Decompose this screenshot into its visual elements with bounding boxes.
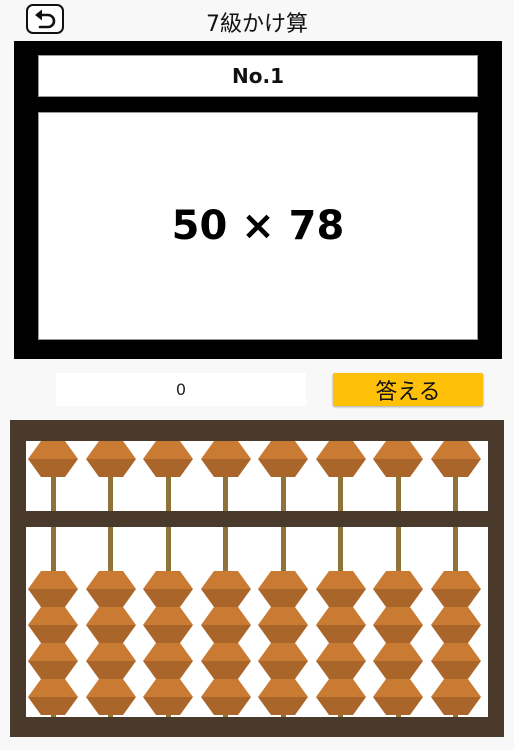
abacus-lower-bead[interactable] [28, 571, 78, 607]
abacus-lower-bead[interactable] [430, 679, 481, 715]
page-title: 7級かけ算 [206, 12, 308, 37]
abacus-upper-bead[interactable] [200, 441, 251, 477]
abacus-lower-bead[interactable] [430, 643, 481, 679]
abacus-lower-bead[interactable] [258, 643, 308, 679]
abacus-lower-bead[interactable] [28, 643, 78, 679]
abacus-lower-bead[interactable] [315, 679, 366, 715]
abacus-lower-bead[interactable] [258, 679, 308, 715]
abacus-lower-bead[interactable] [85, 607, 136, 643]
abacus-upper-bead[interactable] [85, 441, 136, 477]
abacus-lower-bead[interactable] [200, 679, 251, 715]
abacus-lower-bead[interactable] [85, 571, 136, 607]
abacus-upper-bead[interactable] [430, 441, 481, 477]
abacus-lower-bead[interactable] [143, 607, 193, 643]
abacus-lower-bead[interactable] [258, 571, 308, 607]
abacus-upper-bead[interactable] [258, 441, 308, 477]
abacus-lower-bead[interactable] [430, 607, 481, 643]
abacus-lower-bead[interactable] [315, 607, 366, 643]
submit-answer-button[interactable]: 答える [333, 373, 483, 406]
abacus-upper-bead[interactable] [373, 441, 423, 477]
abacus-lower-bead[interactable] [373, 607, 423, 643]
abacus-lower-bead[interactable] [373, 571, 423, 607]
abacus-upper-bead[interactable] [28, 441, 78, 477]
abacus-lower-bead[interactable] [373, 643, 423, 679]
abacus-lower-bead[interactable] [258, 607, 308, 643]
abacus-lower-bead[interactable] [200, 571, 251, 607]
problem-board: No.1 50 × 78 [14, 41, 502, 359]
abacus-upper-bead[interactable] [143, 441, 193, 477]
abacus [10, 420, 504, 737]
abacus-lower-bead[interactable] [373, 679, 423, 715]
abacus-lower-bead[interactable] [143, 679, 193, 715]
abacus-lower-bead[interactable] [85, 679, 136, 715]
abacus-lower-bead[interactable] [315, 571, 366, 607]
abacus-lower-bead[interactable] [143, 571, 193, 607]
abacus-lower-bead[interactable] [28, 607, 78, 643]
answer-input[interactable] [56, 373, 306, 406]
problem-expression: 50 × 78 [38, 112, 478, 340]
abacus-lower-bead[interactable] [143, 643, 193, 679]
abacus-lower-deck [26, 527, 488, 717]
abacus-upper-bead[interactable] [315, 441, 366, 477]
abacus-lower-bead[interactable] [28, 679, 78, 715]
problem-number: No.1 [38, 55, 478, 97]
abacus-lower-bead[interactable] [430, 571, 481, 607]
abacus-lower-bead[interactable] [200, 643, 251, 679]
abacus-upper-deck [26, 441, 488, 511]
abacus-lower-bead[interactable] [315, 643, 366, 679]
abacus-lower-bead[interactable] [200, 607, 251, 643]
abacus-lower-bead[interactable] [85, 643, 136, 679]
